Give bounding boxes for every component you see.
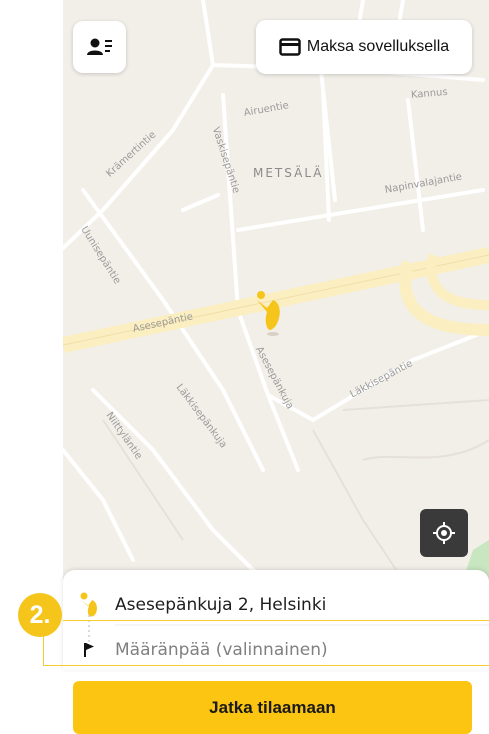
my-location-icon: [433, 522, 455, 544]
map-district-label: METSÄLÄ: [253, 166, 324, 180]
user-card-icon: [86, 38, 112, 55]
credit-card-icon: [279, 38, 301, 56]
guide-line-middle: [63, 620, 489, 621]
pay-with-app-button[interactable]: Maksa sovelluksella: [256, 20, 472, 74]
step-badge: 2.: [18, 593, 62, 637]
pickup-pin-icon[interactable]: [251, 290, 291, 340]
pay-with-app-label: Maksa sovelluksella: [306, 38, 450, 55]
map-view[interactable]: METSÄLÄ Airuentie Kannus Krämertintie Va…: [63, 0, 489, 580]
locate-me-button[interactable]: [420, 509, 468, 557]
profile-button[interactable]: [73, 21, 126, 73]
guide-line-bottom: [43, 665, 489, 666]
continue-order-button[interactable]: Jatka tilaamaan: [73, 681, 472, 734]
